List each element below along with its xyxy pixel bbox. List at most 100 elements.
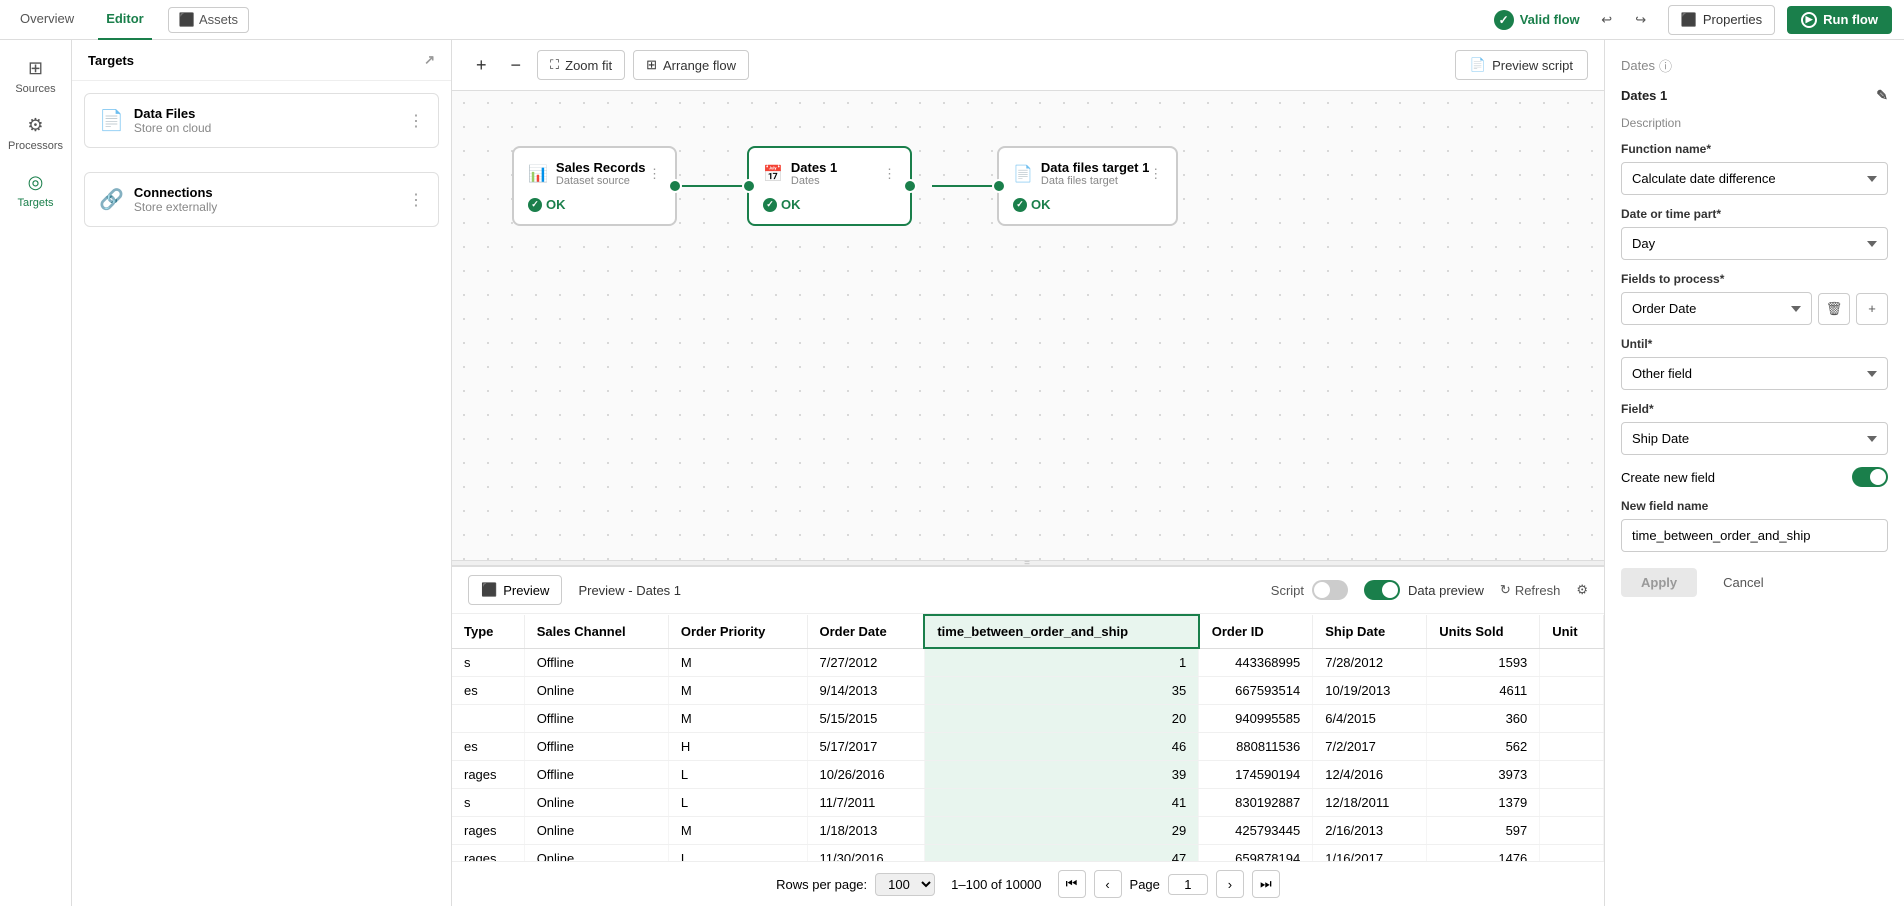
create-new-field-label: Create new field — [1621, 470, 1715, 485]
col-units-sold: Units Sold — [1427, 615, 1540, 648]
form-actions: Apply Cancel — [1621, 568, 1888, 597]
run-flow-button[interactable]: ▶ Run flow — [1787, 6, 1892, 34]
zoom-out-button[interactable]: − — [503, 51, 530, 80]
arrange-flow-button[interactable]: ⊞ Arrange flow — [633, 50, 749, 80]
cell: s — [452, 789, 524, 817]
data-files-target-ok-icon: ✓ — [1013, 198, 1027, 212]
fields-to-process-select[interactable]: Order Date — [1621, 292, 1812, 325]
expand-icon[interactable]: ↗ — [424, 52, 435, 68]
cell: 11/7/2011 — [807, 789, 924, 817]
node-data-files-target[interactable]: 📄 Data files target 1 Data files target … — [997, 146, 1178, 226]
sources-icon: ⊞ — [28, 58, 43, 79]
sidebar-item-targets[interactable]: ◎ Targets — [0, 162, 71, 219]
dates1-ok-icon: ✓ — [763, 198, 777, 212]
cell: 5/17/2017 — [807, 733, 924, 761]
top-nav-right: ✓ Valid flow ↩ ↪ ⬛ Properties ▶ Run flow — [1494, 5, 1892, 35]
table-header: Type Sales Channel Order Priority Order … — [452, 615, 1604, 648]
refresh-label: Refresh — [1515, 583, 1561, 598]
range-label: 1–100 of 10000 — [951, 877, 1041, 892]
assets-button[interactable]: ⬛ Assets — [168, 7, 249, 33]
data-files-target-menu-icon[interactable]: ⋮ — [1149, 166, 1162, 182]
node-sales-records[interactable]: 📊 Sales Records Dataset source ⋮ ✓ OK — [512, 146, 677, 226]
create-field-toggle[interactable] — [1852, 467, 1888, 487]
col-type: Type — [452, 615, 524, 648]
data-files-info: Data Files Store on cloud — [134, 106, 398, 135]
rows-per-page-label: Rows per page: — [776, 877, 867, 892]
delete-field-button[interactable]: 🗑 — [1818, 293, 1850, 325]
until-select[interactable]: Other field — [1621, 357, 1888, 390]
cell: 10/26/2016 — [807, 761, 924, 789]
cell: Online — [524, 789, 668, 817]
table-row: rages Offline L 10/26/2016 39 174590194 … — [452, 761, 1604, 789]
cell-highlighted: 35 — [924, 677, 1198, 705]
preview-tab-button[interactable]: ⬛ Preview — [468, 575, 562, 605]
first-page-button[interactable]: ⏮ — [1058, 870, 1086, 898]
zoom-fit-button[interactable]: ⛶ Zoom fit — [537, 50, 625, 80]
cell: 2/16/2013 — [1313, 817, 1427, 845]
sidebar-item-sources[interactable]: ⊞ Sources — [0, 48, 71, 105]
redo-button[interactable]: ↪ — [1626, 5, 1656, 35]
node-dates1[interactable]: 📅 Dates 1 Dates ⋮ ✓ OK — [747, 146, 912, 226]
data-files-card[interactable]: 📄 Data Files Store on cloud ⋮ — [84, 93, 439, 148]
cell: 1/18/2013 — [807, 817, 924, 845]
cell: 443368995 — [1199, 648, 1313, 677]
tab-overview[interactable]: Overview — [12, 0, 82, 40]
dates1-icon: 📅 — [763, 164, 783, 184]
cell: Offline — [524, 761, 668, 789]
flow-canvas[interactable]: 📊 Sales Records Dataset source ⋮ ✓ OK — [452, 91, 1604, 560]
data-preview-toggle-knob — [1382, 582, 1398, 598]
assets-icon: ⬛ — [179, 12, 195, 28]
dates1-subtitle: Dates — [791, 175, 837, 187]
undo-button[interactable]: ↩ — [1592, 5, 1622, 35]
cell: es — [452, 733, 524, 761]
cell — [452, 705, 524, 733]
date-time-part-select[interactable]: Day — [1621, 227, 1888, 260]
node-data-files-target-title-row: 📄 Data files target 1 Data files target — [1013, 160, 1149, 187]
cell-highlighted: 46 — [924, 733, 1198, 761]
data-files-menu-icon[interactable]: ⋮ — [408, 111, 424, 131]
preview-script-button[interactable]: 📄 Preview script — [1455, 50, 1588, 80]
table-footer: Rows per page: 100 50 25 1–100 of 10000 … — [452, 861, 1604, 906]
data-preview-toggle-switch[interactable] — [1364, 580, 1400, 600]
targets-title: Targets — [88, 53, 134, 68]
cell — [1540, 789, 1604, 817]
cell: 360 — [1427, 705, 1540, 733]
cell: M — [668, 677, 807, 705]
add-field-button[interactable]: + — [1856, 293, 1888, 325]
dates1-output-connector[interactable] — [903, 179, 917, 193]
function-name-select[interactable]: Calculate date difference — [1621, 162, 1888, 195]
connections-menu-icon[interactable]: ⋮ — [408, 190, 424, 210]
sales-records-menu-icon[interactable]: ⋮ — [648, 166, 661, 182]
tab-editor[interactable]: Editor — [98, 0, 152, 40]
script-toggle-switch[interactable] — [1312, 580, 1348, 600]
cancel-button[interactable]: Cancel — [1707, 568, 1779, 597]
rows-per-page-select[interactable]: 100 50 25 — [875, 873, 935, 896]
table-row: es Online M 9/14/2013 35 667593514 10/19… — [452, 677, 1604, 705]
edit-icon[interactable]: ✎ — [1876, 87, 1888, 104]
properties-label: Properties — [1703, 12, 1762, 27]
field-select[interactable]: Ship Date — [1621, 422, 1888, 455]
settings-button[interactable]: ⚙ — [1576, 582, 1588, 598]
refresh-button[interactable]: ↻ Refresh — [1500, 582, 1560, 598]
pagination-control: ⏮ ‹ Page › ⏭ — [1058, 870, 1280, 898]
section-label: Dates — [1621, 58, 1655, 73]
data-files-subtitle: Store on cloud — [134, 121, 398, 135]
next-page-button[interactable]: › — [1216, 870, 1244, 898]
last-page-button[interactable]: ⏭ — [1252, 870, 1280, 898]
sales-records-output-connector[interactable] — [668, 179, 682, 193]
table-row: rages Online L 11/30/2016 47 659878194 1… — [452, 845, 1604, 862]
arrange-flow-icon: ⊞ — [646, 57, 657, 73]
sidebar-item-processors[interactable]: ⚙ Processors — [0, 105, 71, 162]
page-number-input[interactable] — [1168, 874, 1208, 895]
new-field-name-input[interactable] — [1621, 519, 1888, 552]
properties-button[interactable]: ⬛ Properties — [1668, 5, 1775, 35]
sidebar-sources-label: Sources — [15, 83, 55, 95]
data-files-target-input-connector[interactable] — [992, 179, 1006, 193]
prev-page-button[interactable]: ‹ — [1094, 870, 1122, 898]
cell: Offline — [524, 648, 668, 677]
connections-card[interactable]: 🔗 Connections Store externally ⋮ — [84, 172, 439, 227]
zoom-in-button[interactable]: + — [468, 51, 495, 80]
dates1-input-connector[interactable] — [742, 179, 756, 193]
dates1-menu-icon[interactable]: ⋮ — [883, 166, 896, 182]
apply-button[interactable]: Apply — [1621, 568, 1697, 597]
